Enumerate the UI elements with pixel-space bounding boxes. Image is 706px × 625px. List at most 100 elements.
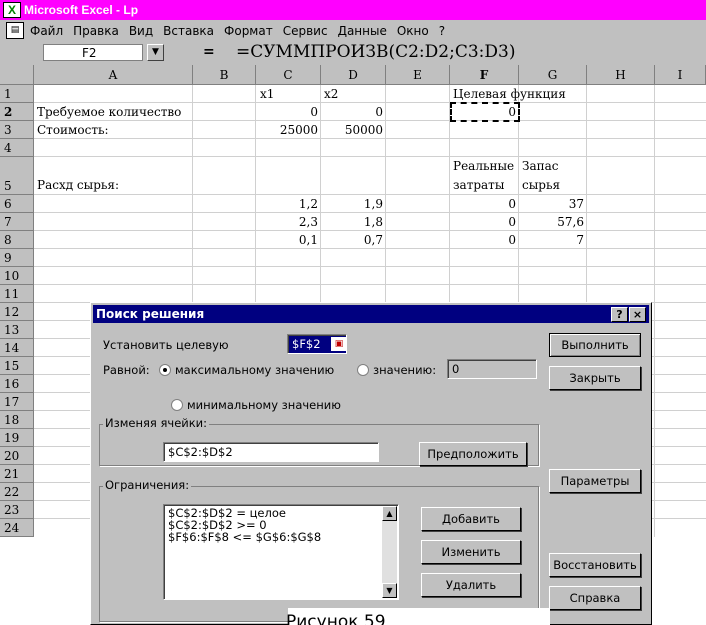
change-constraint-button[interactable]: Изменить — [421, 540, 521, 564]
menu-help[interactable]: ? — [439, 24, 445, 38]
row-header-23[interactable]: 23 — [0, 501, 34, 519]
changing-cells-input[interactable]: $C$2:$D$2 — [163, 442, 379, 462]
collapse-dialog-icon[interactable]: ▣ — [331, 337, 347, 351]
cell-g5-line2[interactable]: сырья — [522, 177, 560, 193]
cell-d7[interactable]: 1,8 — [321, 214, 383, 230]
column-header-d[interactable]: D — [321, 65, 386, 85]
column-header-g[interactable]: G — [519, 65, 587, 85]
formula-input[interactable]: =СУММПРОИЗВ(C2:D2;C3:D3) — [236, 42, 515, 62]
menu-format[interactable]: Формат — [224, 24, 273, 38]
menu-insert[interactable]: Вставка — [163, 24, 214, 38]
column-header-e[interactable]: E — [386, 65, 450, 85]
cell-f5-line1[interactable]: Реальные — [453, 158, 514, 174]
column-header-a[interactable]: A — [34, 65, 193, 85]
excel-icon[interactable]: X — [3, 2, 21, 18]
cell-a5[interactable]: Расхд сырья: — [37, 177, 119, 193]
chevron-down-icon[interactable]: ▼ — [147, 44, 164, 61]
column-header-i[interactable]: I — [655, 65, 706, 85]
row-header-13[interactable]: 13 — [0, 321, 34, 339]
column-header-f[interactable]: F — [450, 65, 519, 85]
reset-all-button[interactable]: Восстановить — [549, 553, 641, 577]
row-header-20[interactable]: 20 — [0, 447, 34, 465]
cell-f2[interactable]: 0 — [450, 104, 516, 120]
cell-d3[interactable]: 50000 — [321, 122, 383, 138]
row-header-19[interactable]: 19 — [0, 429, 34, 447]
cell-c3[interactable]: 25000 — [256, 122, 318, 138]
close-icon[interactable]: × — [629, 307, 646, 322]
row-header-8[interactable]: 8 — [0, 231, 34, 249]
max-radio-label[interactable]: максимальному значению — [175, 363, 334, 377]
row-header-10[interactable]: 10 — [0, 267, 34, 285]
row-header-16[interactable]: 16 — [0, 375, 34, 393]
column-header-b[interactable]: B — [193, 65, 256, 85]
row-header-21[interactable]: 21 — [0, 465, 34, 483]
row-header-3[interactable]: 3 — [0, 121, 34, 139]
cell-a2[interactable]: Требуемое количество — [37, 104, 181, 120]
cell-f5-line2[interactable]: затраты — [453, 177, 504, 193]
menu-tools[interactable]: Сервис — [283, 24, 328, 38]
row-header-11[interactable]: 11 — [0, 285, 34, 303]
cell-c2[interactable]: 0 — [256, 104, 318, 120]
scroll-up-icon[interactable]: ▲ — [382, 506, 397, 521]
value-radio-label[interactable]: значению: — [373, 363, 436, 377]
row-header-2[interactable]: 2 — [0, 103, 34, 121]
cell-d6[interactable]: 1,9 — [321, 196, 383, 212]
cell-f7[interactable]: 0 — [450, 214, 516, 230]
cell-c8[interactable]: 0,1 — [256, 232, 318, 248]
max-radio[interactable] — [159, 364, 171, 376]
equals-sign[interactable]: = — [203, 44, 215, 60]
cell-g8[interactable]: 7 — [519, 232, 584, 248]
cell-g5-line1[interactable]: Запас — [522, 158, 559, 174]
min-radio-label[interactable]: минимальному значению — [187, 398, 341, 412]
menu-view[interactable]: Вид — [129, 24, 153, 38]
row-header-1[interactable]: 1 — [0, 85, 34, 103]
constraints-list[interactable]: $C$2:$D$2 = целое $C$2:$D$2 >= 0 $F$6:$F… — [163, 504, 399, 600]
column-header-c[interactable]: C — [256, 65, 321, 85]
row-header-22[interactable]: 22 — [0, 483, 34, 501]
value-field[interactable]: 0 — [447, 359, 537, 379]
row-header-12[interactable]: 12 — [0, 303, 34, 321]
menu-window[interactable]: Окно — [397, 24, 429, 38]
row-header-18[interactable]: 18 — [0, 411, 34, 429]
cell-f1[interactable]: Целевая функция — [453, 86, 566, 102]
cell-f8[interactable]: 0 — [450, 232, 516, 248]
cell-d8[interactable]: 0,7 — [321, 232, 383, 248]
cell-g7[interactable]: 57,6 — [519, 214, 584, 230]
menu-edit[interactable]: Правка — [73, 24, 119, 38]
name-box[interactable]: F2 — [43, 44, 143, 61]
close-button[interactable]: Закрыть — [549, 366, 641, 390]
cell-d1[interactable]: x2 — [324, 86, 338, 102]
workbook-icon[interactable]: ▤ — [6, 22, 24, 39]
cell-c6[interactable]: 1,2 — [256, 196, 318, 212]
row-header-24[interactable]: 24 — [0, 519, 34, 537]
select-all-corner[interactable] — [0, 65, 34, 85]
scroll-down-icon[interactable]: ▼ — [382, 583, 397, 598]
menu-data[interactable]: Данные — [338, 24, 387, 38]
min-radio[interactable] — [171, 399, 183, 411]
add-constraint-button[interactable]: Добавить — [421, 507, 521, 531]
row-header-14[interactable]: 14 — [0, 339, 34, 357]
cell-a3[interactable]: Стоимость: — [37, 122, 109, 138]
row-header-9[interactable]: 9 — [0, 249, 34, 267]
value-radio[interactable] — [357, 364, 369, 376]
row-header-4[interactable]: 4 — [0, 139, 34, 157]
row-header-7[interactable]: 7 — [0, 213, 34, 231]
delete-constraint-button[interactable]: Удалить — [421, 573, 521, 597]
cell-d2[interactable]: 0 — [321, 104, 383, 120]
cell-g6[interactable]: 37 — [519, 196, 584, 212]
cell-c7[interactable]: 2,3 — [256, 214, 318, 230]
solve-button[interactable]: Выполнить — [549, 333, 641, 357]
cell-c1[interactable]: x1 — [260, 86, 274, 102]
row-header-15[interactable]: 15 — [0, 357, 34, 375]
constraint-item[interactable]: $F$6:$F$8 <= $G$6:$G$8 — [164, 531, 398, 543]
options-button[interactable]: Параметры — [549, 469, 641, 493]
guess-button[interactable]: Предположить — [419, 442, 527, 466]
help-button[interactable]: Справка — [549, 586, 641, 610]
row-header-6[interactable]: 6 — [0, 195, 34, 213]
row-header-17[interactable]: 17 — [0, 393, 34, 411]
row-header-5[interactable]: 5 — [0, 157, 34, 195]
menu-file[interactable]: Файл — [30, 24, 63, 38]
column-header-h[interactable]: H — [587, 65, 655, 85]
constraints-scrollbar[interactable]: ▲ ▼ — [382, 506, 397, 598]
help-icon[interactable]: ? — [611, 307, 628, 322]
